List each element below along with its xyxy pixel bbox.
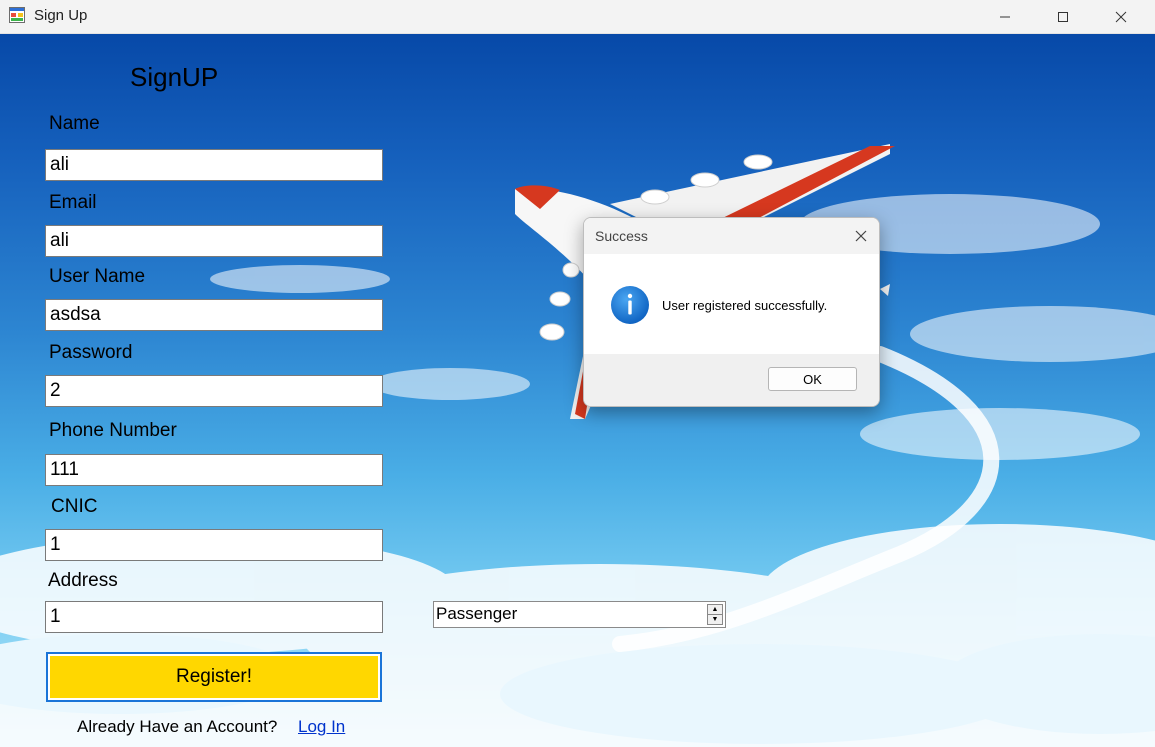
minimize-icon [1000, 16, 1010, 17]
signup-form-window: SignUP Name Email User Name Password Pho… [0, 34, 1155, 747]
email-label: Email [49, 192, 97, 213]
maximize-icon [1058, 11, 1068, 22]
close-button[interactable] [1098, 0, 1144, 33]
phone-label: Phone Number [49, 420, 177, 441]
login-link[interactable]: Log In [298, 717, 345, 737]
password-label: Password [49, 342, 133, 363]
email-input[interactable] [45, 225, 383, 257]
close-icon [1115, 11, 1127, 22]
dialog-message: User registered successfully. [662, 298, 828, 313]
window-titlebar: Sign Up [0, 0, 1155, 34]
spin-up-icon[interactable]: ▲ [708, 605, 722, 615]
success-dialog: Success User registered successfully. OK [583, 217, 880, 407]
cnic-input[interactable] [45, 529, 383, 561]
minimize-button[interactable] [982, 0, 1028, 33]
dialog-title: Success [595, 228, 648, 244]
register-button[interactable]: Register! [46, 652, 382, 702]
username-input[interactable] [45, 299, 383, 331]
window-title: Sign Up [34, 7, 88, 24]
ok-button[interactable]: OK [768, 367, 857, 391]
dialog-titlebar: Success [584, 218, 879, 254]
username-label: User Name [49, 266, 146, 287]
info-icon [610, 285, 650, 325]
app-form-icon [9, 7, 25, 23]
role-select[interactable]: Passenger ▲ ▼ [433, 601, 726, 628]
address-input[interactable] [45, 601, 383, 633]
role-value: Passenger [436, 604, 518, 623]
cnic-label: CNIC [51, 496, 98, 517]
dialog-body: User registered successfully. [584, 254, 879, 354]
dialog-close-icon[interactable] [853, 228, 869, 244]
form-title: SignUP [130, 62, 219, 92]
password-input[interactable] [45, 375, 383, 407]
dialog-footer: OK [584, 354, 879, 406]
spin-down-icon[interactable]: ▼ [708, 615, 722, 624]
maximize-button[interactable] [1040, 0, 1086, 33]
name-input[interactable] [45, 149, 383, 181]
phone-input[interactable] [45, 454, 383, 486]
account-prompt: Already Have an Account? [77, 717, 278, 736]
name-label: Name [49, 113, 100, 134]
address-label: Address [48, 570, 118, 591]
role-spinner[interactable]: ▲ ▼ [707, 604, 723, 625]
